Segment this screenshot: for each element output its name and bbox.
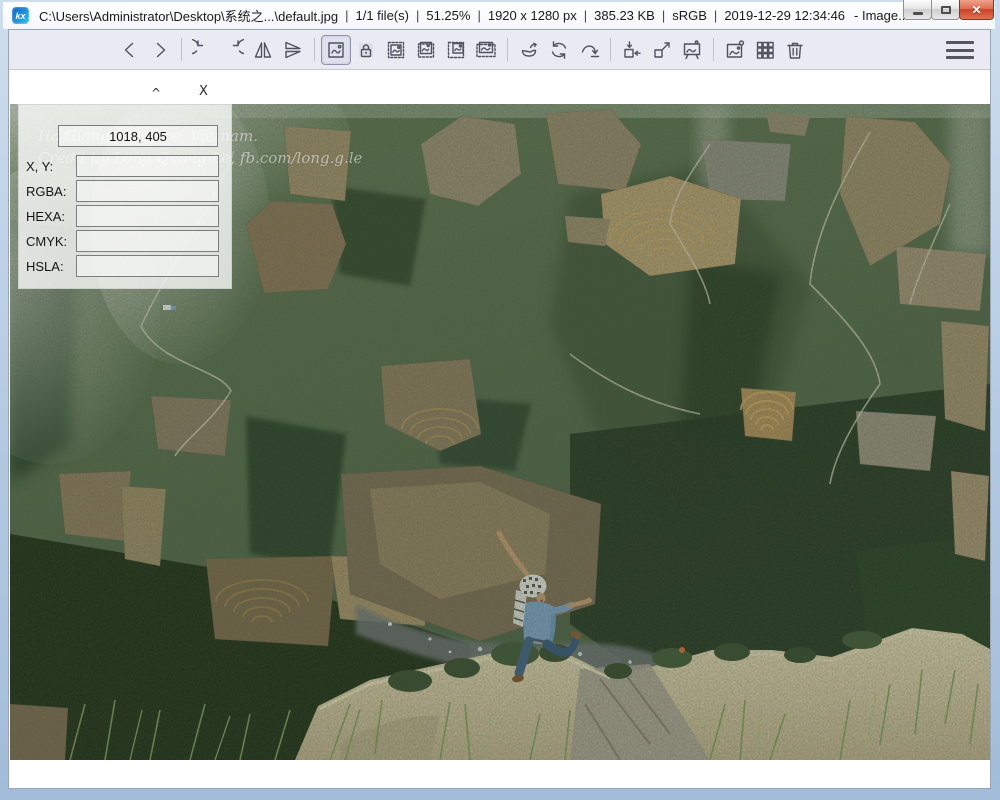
minimize-button[interactable] bbox=[903, 0, 932, 20]
picker-row-hexa: HEXA: bbox=[19, 205, 231, 227]
image-properties-button[interactable] bbox=[720, 35, 750, 65]
title-color-space: sRGB bbox=[671, 8, 708, 23]
thumbnail-grid-button[interactable] bbox=[750, 35, 780, 65]
toolbar-separator bbox=[713, 38, 714, 61]
title-app-name: - Image... bbox=[846, 8, 910, 23]
picker-row-hsla: HSLA: bbox=[19, 255, 231, 277]
rotate-left-button[interactable] bbox=[188, 35, 218, 65]
image-viewport: Ha Giang province, Vietnam. Credit by Lo… bbox=[9, 71, 990, 788]
maximize-button[interactable] bbox=[931, 0, 960, 20]
title-separator: | bbox=[339, 8, 354, 23]
window-controls: ✕ bbox=[904, 0, 994, 20]
toolbar-separator bbox=[610, 38, 611, 61]
picker-row-cmyk: CMYK: bbox=[19, 230, 231, 252]
refresh-button[interactable] bbox=[544, 35, 574, 65]
picker-collapse-button[interactable]: ^ bbox=[151, 87, 161, 99]
title-separator: | bbox=[471, 8, 486, 23]
client-area: Ha Giang province, Vietnam. Credit by Lo… bbox=[8, 29, 991, 789]
fit-width-button[interactable] bbox=[411, 35, 441, 65]
title-dimensions: 1920 x 1280 px bbox=[487, 8, 578, 23]
cmyk-field[interactable] bbox=[76, 230, 219, 252]
title-zoom-level: 51.25% bbox=[425, 8, 471, 23]
stretch-to-window-button[interactable] bbox=[471, 35, 501, 65]
title-separator: | bbox=[410, 8, 425, 23]
cmyk-label: CMYK: bbox=[26, 234, 67, 249]
picker-row-rgba: RGBA: bbox=[19, 180, 231, 202]
rgba-field[interactable] bbox=[76, 180, 219, 202]
view-original-button[interactable] bbox=[321, 35, 351, 65]
delete-image-button[interactable] bbox=[780, 35, 810, 65]
title-separator: | bbox=[656, 8, 671, 23]
rgba-label: RGBA: bbox=[26, 184, 66, 199]
window-title: C:\Users\Administrator\Desktop\系统之...\de… bbox=[38, 6, 910, 25]
fit-window-button[interactable] bbox=[381, 35, 411, 65]
close-icon: ✕ bbox=[971, 4, 981, 16]
title-separator: | bbox=[708, 8, 723, 23]
maximize-icon bbox=[941, 6, 951, 14]
app-window: kx C:\Users\Administrator\Desktop\系统之...… bbox=[0, 0, 1000, 800]
actual-size-button[interactable] bbox=[647, 35, 677, 65]
xy-field[interactable] bbox=[76, 155, 219, 177]
menu-button[interactable] bbox=[946, 39, 974, 61]
next-image-button[interactable] bbox=[145, 35, 175, 65]
picker-tool-button[interactable] bbox=[514, 35, 544, 65]
titlebar: kx C:\Users\Administrator\Desktop\系统之...… bbox=[3, 2, 995, 29]
hexa-label: HEXA: bbox=[26, 209, 65, 224]
fit-height-button[interactable] bbox=[441, 35, 471, 65]
toolbar-separator bbox=[181, 38, 182, 61]
hexa-field[interactable] bbox=[76, 205, 219, 227]
close-button[interactable]: ✕ bbox=[959, 0, 994, 20]
slideshow-button[interactable] bbox=[677, 35, 707, 65]
cursor-coordinates[interactable]: 1018, 405 bbox=[58, 125, 218, 147]
app-logo-icon: kx bbox=[12, 7, 29, 24]
flip-vertical-button[interactable] bbox=[278, 35, 308, 65]
toolbar-separator bbox=[314, 38, 315, 61]
picker-row-xy: X, Y: bbox=[19, 155, 231, 177]
picker-close-button[interactable]: X bbox=[199, 85, 208, 98]
toolbar bbox=[9, 30, 990, 70]
hsla-field[interactable] bbox=[76, 255, 219, 277]
hsla-label: HSLA: bbox=[26, 259, 64, 274]
lock-zoom-button[interactable] bbox=[351, 35, 381, 65]
title-file-path: C:\Users\Administrator\Desktop\系统之...\de… bbox=[38, 6, 339, 25]
toolbar-separator bbox=[507, 38, 508, 61]
flip-horizontal-button[interactable] bbox=[248, 35, 278, 65]
title-file-count: 1/1 file(s) bbox=[355, 8, 410, 23]
title-file-size: 385.23 KB bbox=[593, 8, 656, 23]
xy-label: X, Y: bbox=[26, 159, 53, 174]
shrink-to-fit-button[interactable] bbox=[617, 35, 647, 65]
title-separator: | bbox=[578, 8, 593, 23]
minimize-icon bbox=[913, 12, 923, 15]
title-modified-date: 2019-12-29 12:34:46 bbox=[723, 8, 846, 23]
rotate-right-button[interactable] bbox=[218, 35, 248, 65]
previous-image-button[interactable] bbox=[115, 35, 145, 65]
color-picker-panel: 1018, 405 X, Y: RGBA: HEXA: CMYK: bbox=[18, 104, 232, 289]
rotate-apply-button[interactable] bbox=[574, 35, 604, 65]
